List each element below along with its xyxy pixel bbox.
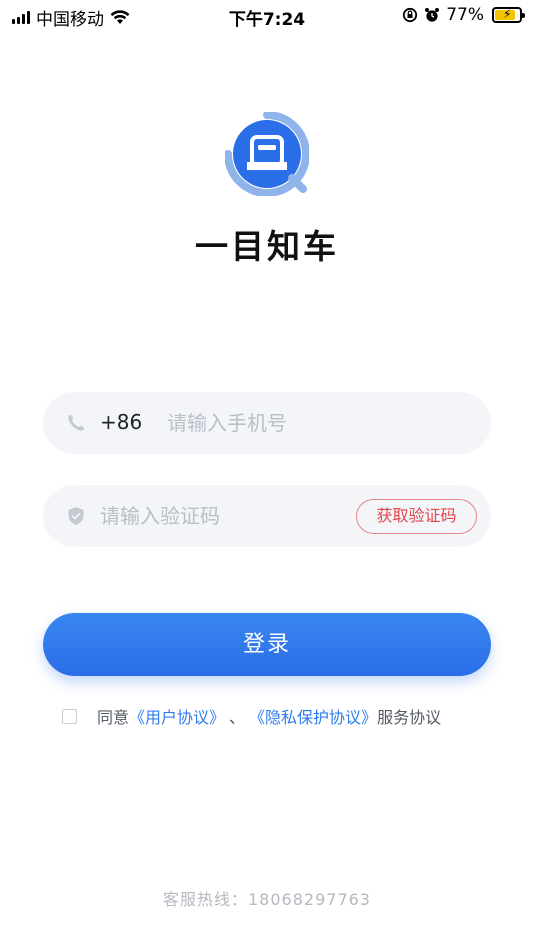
phone-input[interactable] [167, 408, 467, 438]
verification-code-input[interactable] [100, 501, 340, 531]
agreement-checkbox[interactable] [62, 708, 77, 724]
car-magnifier-logo-icon [225, 112, 309, 196]
rotation-lock-icon [403, 7, 418, 23]
get-code-button[interactable]: 获取验证码 [356, 499, 477, 534]
status-bar: 中国移动 下午7:24 77% ⚡ [0, 0, 534, 32]
agreement-prefix: 同意 [97, 708, 130, 727]
phone-field: +86 [43, 392, 491, 454]
privacy-agreement-link[interactable]: 《隐私保护协议》 [249, 704, 377, 728]
status-bar-right: 77% ⚡ [402, 5, 525, 25]
phone-icon [68, 414, 85, 431]
login-button[interactable]: 登录 [43, 613, 491, 676]
alarm-icon [425, 8, 440, 22]
agreement-separator: 、 [229, 708, 246, 727]
battery-percent: 77% [446, 5, 484, 25]
app-name: 一目知车 [195, 227, 339, 266]
verification-code-field: 获取验证码 [43, 485, 491, 547]
user-agreement-link[interactable]: 《用户协议》 [129, 704, 225, 728]
customer-service-hotline[interactable]: 客服热线：18068297763 [0, 886, 534, 910]
agreement-suffix: 服务协议 [377, 708, 442, 727]
agreement-row: 同意 《用户协议》 、 《隐私保护协议》 服务协议 [62, 704, 441, 728]
shield-icon [68, 507, 84, 525]
login-screen: 中国移动 下午7:24 77% ⚡ 一目知车 +86 请输入手机号 请输入验证码… [0, 0, 534, 950]
battery-charging-icon: ⚡ [492, 7, 525, 23]
country-code[interactable]: +86 [100, 410, 142, 434]
